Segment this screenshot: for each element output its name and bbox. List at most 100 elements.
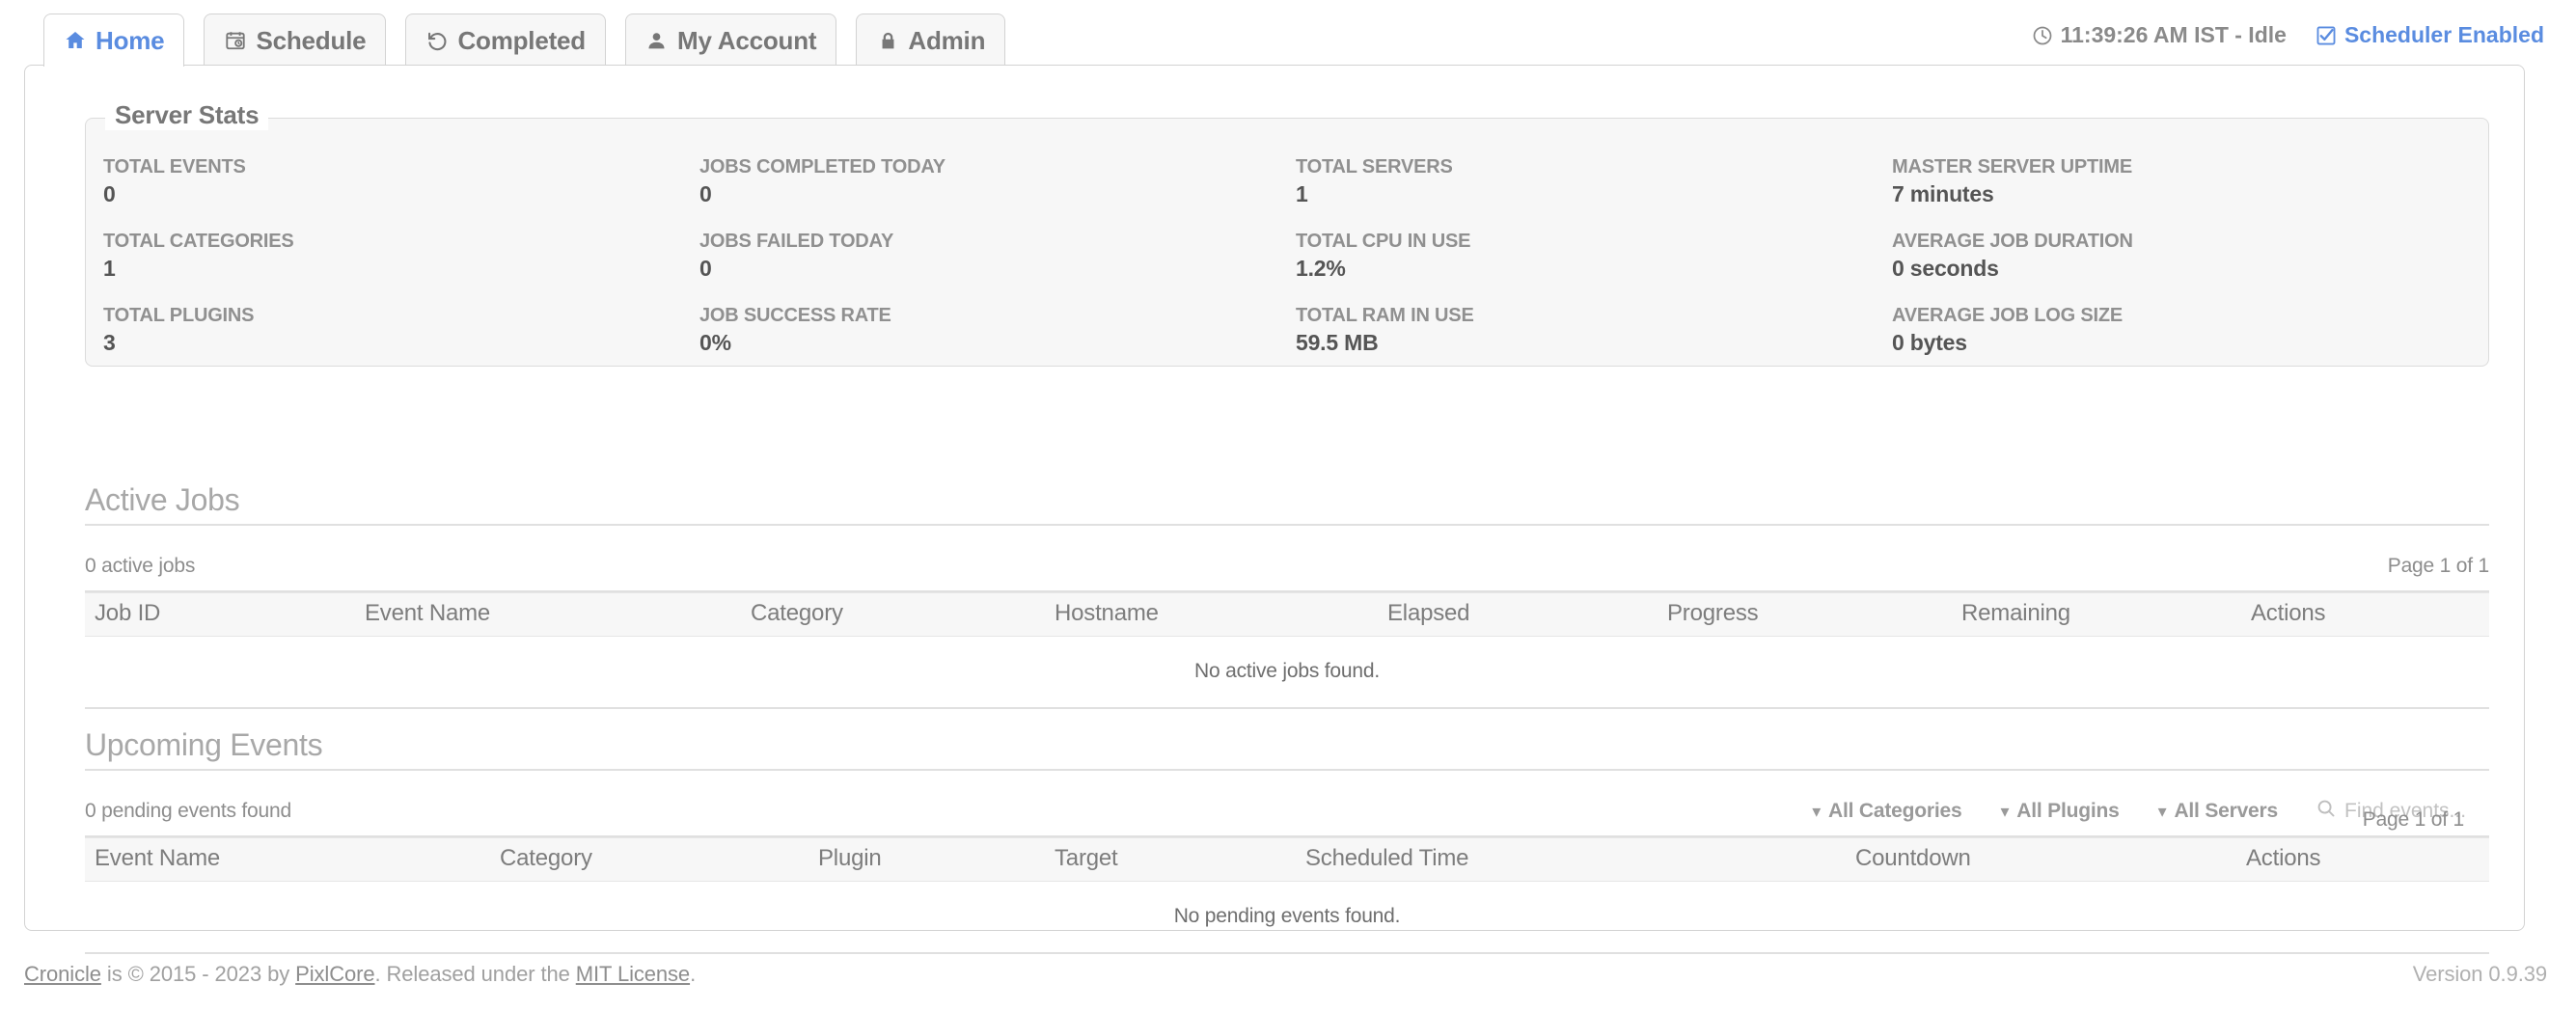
upcoming-events-heading: Upcoming Events [85,727,2489,771]
history-icon [425,29,449,52]
stat-label: AVERAGE JOB LOG SIZE [1892,302,2488,329]
stat-total-cpu-in-use: TOTAL CPU IN USE 1.2% [1296,226,1892,300]
clock-text: 11:39:26 AM IST - Idle [2061,22,2287,48]
home-icon [64,29,87,52]
table-empty-row: No active jobs found. [85,637,2489,708]
chevron-down-icon: ▾ [2158,803,2167,820]
active-jobs-empty-message: No active jobs found. [85,637,2489,708]
active-jobs-pagination[interactable]: Page 1 of 1 [2388,555,2489,578]
footer-license-link[interactable]: MIT License [576,962,690,986]
column-actions[interactable]: Actions [2241,593,2489,637]
footer-company-link[interactable]: PixlCore [295,962,374,986]
upcoming-events-pagination[interactable]: Page 1 of 1 [2363,808,2464,832]
column-hostname[interactable]: Hostname [1045,593,1378,637]
stat-label: TOTAL CPU IN USE [1296,228,1892,255]
stat-label: JOB SUCCESS RATE [699,302,1296,329]
column-actions[interactable]: Actions [2236,838,2489,882]
stat-total-ram-in-use: TOTAL RAM IN USE 59.5 MB [1296,300,1892,374]
column-countdown[interactable]: Countdown [1846,838,2236,882]
stat-value: 59.5 MB [1296,329,1892,356]
stat-label: TOTAL SERVERS [1296,153,1892,180]
clock-status: 11:39:26 AM IST - Idle [2032,22,2287,48]
stat-label: TOTAL CATEGORIES [103,228,699,255]
scheduler-enabled-toggle[interactable]: Scheduler Enabled [2316,22,2544,48]
column-elapsed[interactable]: Elapsed [1378,593,1658,637]
stat-value: 7 minutes [1892,180,2488,207]
stat-value: 1.2% [1296,255,1892,282]
header-status-area: 11:39:26 AM IST - Idle Scheduler Enabled [2032,22,2544,48]
tab-home-label: Home [96,26,164,56]
footer-license-text: . Released under the [374,962,575,986]
stat-value: 0 [699,255,1296,282]
stat-value: 0 [103,180,699,207]
stat-jobs-failed-today: JOBS FAILED TODAY 0 [699,226,1296,300]
tab-completed[interactable]: Completed [405,14,606,67]
server-stats-legend: Server Stats [105,100,268,130]
upcoming-events-count: 0 pending events found [85,800,291,823]
stat-label: TOTAL PLUGINS [103,302,699,329]
active-jobs-subheader: 0 active jobs Page 1 of 1 [85,542,2489,592]
stat-value: 3 [103,329,699,356]
active-jobs-count: 0 active jobs [85,555,195,578]
table-empty-row: No pending events found. [85,882,2489,953]
tab-schedule[interactable]: Schedule [204,14,386,67]
active-jobs-heading: Active Jobs [85,482,2489,526]
stat-value: 0% [699,329,1296,356]
column-job-id[interactable]: Job ID [85,593,355,637]
tab-schedule-label: Schedule [256,26,366,56]
server-stats-panel: Server Stats TOTAL EVENTS 0 JOBS COMPLET… [85,118,2489,367]
clock-icon [2032,25,2053,46]
tab-my-account[interactable]: My Account [625,14,836,67]
column-scheduled-time[interactable]: Scheduled Time [1296,838,1846,882]
scheduler-enabled-label: Scheduler Enabled [2344,22,2544,48]
filter-all-categories-label: All Categories [1828,800,1961,823]
filter-all-categories[interactable]: ▾ All Categories [1812,800,1961,823]
column-event-name[interactable]: Event Name [355,593,741,637]
stat-total-servers: TOTAL SERVERS 1 [1296,151,1892,226]
column-event-name[interactable]: Event Name [85,838,490,882]
checkbox-checked-icon [2316,25,2337,46]
stat-label: MASTER SERVER UPTIME [1892,153,2488,180]
user-icon [645,29,669,52]
footer-app-link[interactable]: Cronicle [24,962,101,986]
stat-value: 0 seconds [1892,255,2488,282]
footer-license-period: . [690,962,696,986]
active-jobs-table: Job ID Event Name Category Hostname Elap… [85,592,2489,709]
upcoming-events-subheader: 0 pending events found ▾ All Categories … [85,787,2489,837]
footer-version: Version 0.9.39 [2413,962,2547,987]
tab-home[interactable]: Home [43,14,184,67]
filter-all-servers[interactable]: ▾ All Servers [2158,800,2278,823]
stat-value: 1 [103,255,699,282]
stat-total-categories: TOTAL CATEGORIES 1 [103,226,699,300]
stat-label: JOBS COMPLETED TODAY [699,153,1296,180]
upcoming-events-empty-message: No pending events found. [85,882,2489,953]
stat-average-job-log-size: AVERAGE JOB LOG SIZE 0 bytes [1892,300,2488,374]
stat-average-job-duration: AVERAGE JOB DURATION 0 seconds [1892,226,2488,300]
chevron-down-icon: ▾ [1812,803,1821,820]
filter-all-plugins[interactable]: ▾ All Plugins [2000,800,2119,823]
tab-my-account-label: My Account [677,26,816,56]
stat-label: TOTAL EVENTS [103,153,699,180]
column-category[interactable]: Category [490,838,808,882]
calendar-clock-icon [224,29,247,52]
chevron-down-icon: ▾ [2000,803,2009,820]
stat-value: 1 [1296,180,1892,207]
table-header-row: Job ID Event Name Category Hostname Elap… [85,593,2489,637]
column-progress[interactable]: Progress [1658,593,1952,637]
server-stats-grid: TOTAL EVENTS 0 JOBS COMPLETED TODAY 0 TO… [86,151,2488,374]
footer-copyright-text: is © 2015 - 2023 by [101,962,295,986]
tab-admin-label: Admin [908,26,985,56]
upcoming-events-table: Event Name Category Plugin Target Schedu… [85,837,2489,954]
stat-label: AVERAGE JOB DURATION [1892,228,2488,255]
stat-label: JOBS FAILED TODAY [699,228,1296,255]
tab-admin[interactable]: Admin [856,14,1005,67]
page-footer: Cronicle is © 2015 - 2023 by PixlCore. R… [0,950,2576,998]
column-category[interactable]: Category [741,593,1045,637]
column-remaining[interactable]: Remaining [1952,593,2241,637]
stat-master-server-uptime: MASTER SERVER UPTIME 7 minutes [1892,151,2488,226]
main-content-panel: Server Stats TOTAL EVENTS 0 JOBS COMPLET… [24,65,2525,931]
column-plugin[interactable]: Plugin [808,838,1045,882]
column-target[interactable]: Target [1045,838,1296,882]
filter-all-plugins-label: All Plugins [2016,800,2119,823]
search-icon [2316,799,2336,824]
